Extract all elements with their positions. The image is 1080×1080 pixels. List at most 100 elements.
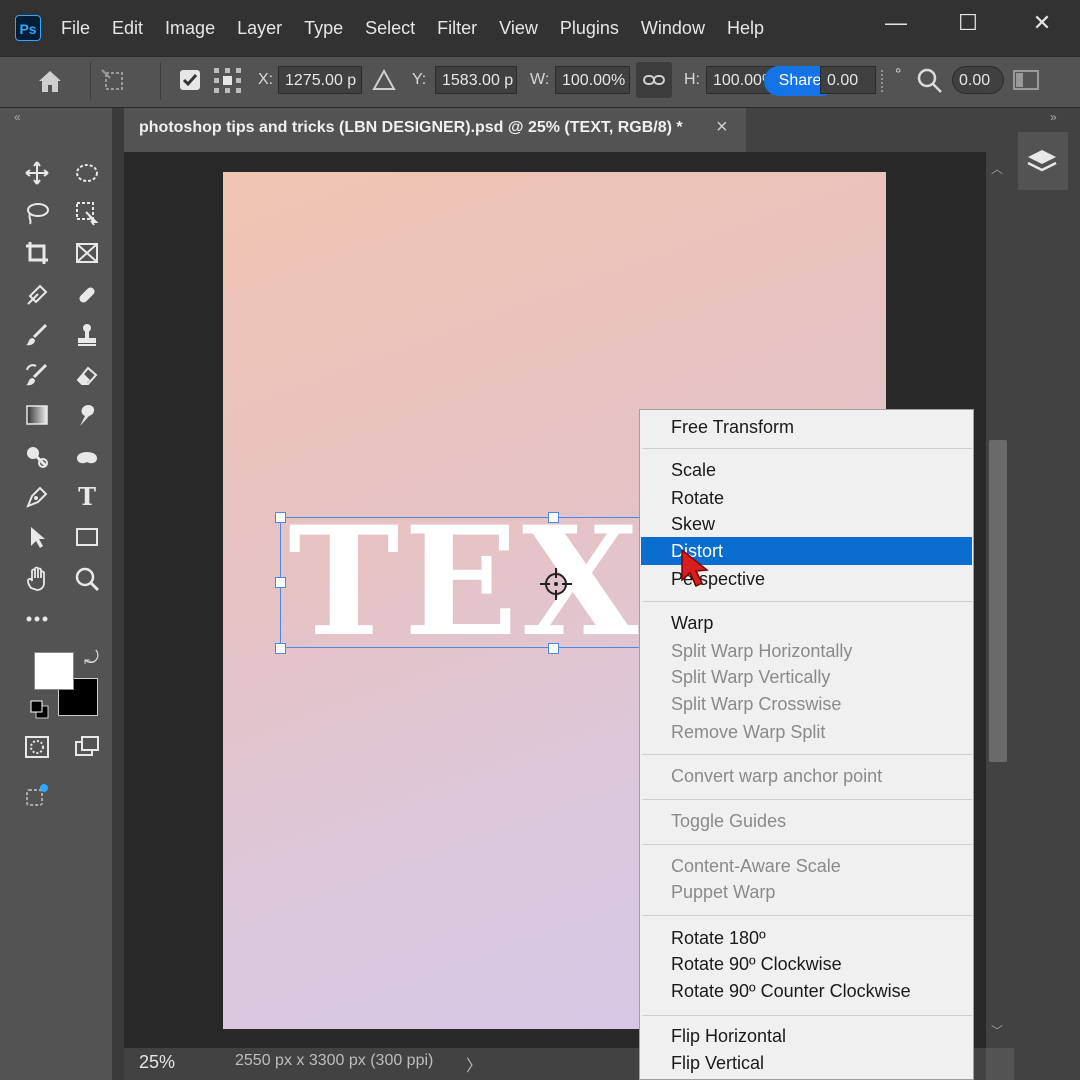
angle-stepper-icon[interactable] bbox=[876, 68, 888, 94]
brush-tool-icon[interactable] bbox=[20, 318, 54, 352]
menu-image[interactable]: Image bbox=[154, 0, 226, 56]
relative-position-icon[interactable] bbox=[372, 68, 396, 97]
collapse-left-icon[interactable]: « bbox=[14, 110, 21, 124]
menu-item-rotate-90-clockwise[interactable]: Rotate 90º Clockwise bbox=[671, 954, 842, 975]
menu-item-warp[interactable]: Warp bbox=[671, 613, 713, 634]
menu-item-flip-horizontal[interactable]: Flip Horizontal bbox=[671, 1026, 786, 1047]
path-selection-tool-icon[interactable] bbox=[20, 520, 54, 554]
menu-help[interactable]: Help bbox=[716, 0, 775, 56]
layers-panel-button[interactable] bbox=[1018, 132, 1068, 190]
maximize-button[interactable]: ☐ bbox=[948, 8, 988, 38]
menu-item-convert-warp-anchor-point: Convert warp anchor point bbox=[671, 766, 883, 786]
transform-handle-bottom-left[interactable] bbox=[275, 643, 286, 654]
reference-point-grid-icon[interactable] bbox=[212, 66, 244, 101]
scroll-down-icon[interactable]: ﹀ bbox=[991, 1022, 1003, 1039]
transform-handle-top-middle[interactable] bbox=[548, 512, 559, 523]
menu-type[interactable]: Type bbox=[293, 0, 354, 56]
transform-handle-bottom-middle[interactable] bbox=[548, 643, 559, 654]
menu-separator bbox=[642, 601, 972, 602]
menu-file[interactable]: File bbox=[50, 0, 101, 56]
healing-brush-tool-icon[interactable] bbox=[70, 278, 104, 312]
menu-window[interactable]: Window bbox=[630, 0, 716, 56]
pen-sponge-tool-icon[interactable] bbox=[70, 440, 104, 474]
menu-view[interactable]: View bbox=[488, 0, 549, 56]
transform-bounding-box[interactable] bbox=[280, 517, 640, 648]
right-panel-dock bbox=[1014, 108, 1080, 1080]
photoshop-logo: Ps bbox=[15, 15, 41, 41]
crop-tool-icon[interactable] bbox=[20, 236, 54, 270]
quick-mask-icon[interactable] bbox=[20, 730, 54, 764]
menu-filter[interactable]: Filter bbox=[426, 0, 488, 56]
search-icon[interactable] bbox=[916, 67, 944, 100]
clone-stamp-tool-icon[interactable] bbox=[70, 318, 104, 352]
x-position-input[interactable]: 1275.00 p bbox=[278, 66, 362, 94]
gradient-tool-icon[interactable] bbox=[20, 398, 54, 432]
zoom-level[interactable]: 25% bbox=[139, 1052, 175, 1073]
menu-item-flip-vertical[interactable]: Flip Vertical bbox=[671, 1053, 764, 1074]
menu-plugins[interactable]: Plugins bbox=[549, 0, 630, 56]
reference-point-checkbox[interactable] bbox=[180, 70, 200, 90]
degree-symbol: ° bbox=[895, 66, 902, 83]
menu-item-split-warp-vertically: Split Warp Vertically bbox=[671, 667, 831, 687]
document-tab-title: photoshop tips and tricks (LBN DESIGNER)… bbox=[139, 119, 683, 136]
vertical-scrollbar-thumb[interactable] bbox=[989, 440, 1007, 762]
menu-item-rotate-90-counter-clockwise[interactable]: Rotate 90º Counter Clockwise bbox=[671, 981, 911, 1002]
menu-item-skew[interactable]: Skew bbox=[671, 514, 715, 535]
close-window-button[interactable]: ✕ bbox=[1022, 8, 1062, 38]
divider bbox=[160, 62, 161, 100]
dodge-tool-icon[interactable] bbox=[20, 440, 54, 474]
menu-item-toggle-guides: Toggle Guides bbox=[671, 811, 787, 831]
zoom-tool-icon[interactable] bbox=[70, 562, 104, 596]
type-tool-icon[interactable]: T bbox=[70, 480, 104, 514]
object-selection-tool-icon[interactable] bbox=[70, 196, 104, 230]
menu-item-rotate-180[interactable]: Rotate 180º bbox=[671, 928, 766, 949]
rotation-angle-input[interactable]: 0.00 bbox=[820, 66, 876, 94]
menu-edit[interactable]: Edit bbox=[101, 0, 154, 56]
menu-select[interactable]: Select bbox=[354, 0, 426, 56]
link-icon[interactable] bbox=[636, 62, 672, 98]
eraser-tool-icon[interactable] bbox=[70, 358, 104, 392]
minimize-button[interactable]: — bbox=[876, 8, 916, 38]
rectangle-tool-icon[interactable] bbox=[70, 520, 104, 554]
smudge-tool-icon[interactable] bbox=[70, 398, 104, 432]
menu-layer[interactable]: Layer bbox=[226, 0, 293, 56]
y-position-input[interactable]: 1583.00 p bbox=[435, 66, 517, 94]
skew-input[interactable]: 0.00 bbox=[952, 66, 1004, 94]
foreground-color-swatch[interactable] bbox=[34, 652, 74, 690]
move-tool-icon[interactable] bbox=[20, 156, 54, 190]
transform-handle-middle-left[interactable] bbox=[275, 577, 286, 588]
default-colors-icon[interactable] bbox=[30, 700, 50, 725]
eyedropper-tool-icon[interactable] bbox=[20, 278, 54, 312]
tab-close-icon[interactable]: × bbox=[716, 116, 728, 139]
history-brush-tool-icon[interactable] bbox=[20, 358, 54, 392]
scroll-up-icon[interactable]: ︿ bbox=[991, 160, 1003, 177]
lasso-tool-icon[interactable] bbox=[20, 196, 54, 230]
hand-tool-icon[interactable] bbox=[20, 562, 54, 596]
document-info: 2550 px x 3300 px (300 ppi) bbox=[235, 1052, 434, 1069]
menu-item-content-aware-scale: Content-Aware Scale bbox=[671, 856, 841, 876]
pen-tool-icon[interactable] bbox=[20, 480, 54, 514]
menu-item-free-transform[interactable]: Free Transform bbox=[671, 417, 794, 438]
menu-item-rotate[interactable]: Rotate bbox=[671, 488, 724, 509]
layers-icon bbox=[1027, 150, 1057, 172]
panel-gutter bbox=[112, 108, 124, 1080]
panel-toggle-icon[interactable] bbox=[1012, 68, 1040, 97]
menu-separator bbox=[642, 1015, 972, 1016]
menu-separator bbox=[642, 799, 972, 800]
collapse-right-icon[interactable]: » bbox=[1050, 110, 1057, 124]
transform-handle-top-left[interactable] bbox=[275, 512, 286, 523]
menu-item-split-warp-horizontally: Split Warp Horizontally bbox=[671, 641, 853, 661]
swap-colors-icon[interactable]: ⤾ bbox=[84, 648, 99, 669]
more-tools-icon[interactable] bbox=[20, 602, 54, 636]
transform-tool-icon bbox=[100, 68, 128, 99]
menu-item-scale[interactable]: Scale bbox=[671, 460, 716, 481]
screen-mode-icon[interactable] bbox=[70, 730, 104, 764]
frame-tool-icon[interactable] bbox=[70, 236, 104, 270]
mouse-cursor-icon bbox=[678, 548, 712, 593]
reference-point-crosshair-icon[interactable] bbox=[538, 566, 574, 607]
status-menu-chevron-icon[interactable]: 〉 bbox=[466, 1052, 482, 1076]
home-icon[interactable] bbox=[36, 68, 64, 99]
generative-icon[interactable] bbox=[20, 778, 54, 812]
width-input[interactable]: 100.00% bbox=[555, 66, 630, 94]
marquee-tool-icon[interactable] bbox=[70, 156, 104, 190]
